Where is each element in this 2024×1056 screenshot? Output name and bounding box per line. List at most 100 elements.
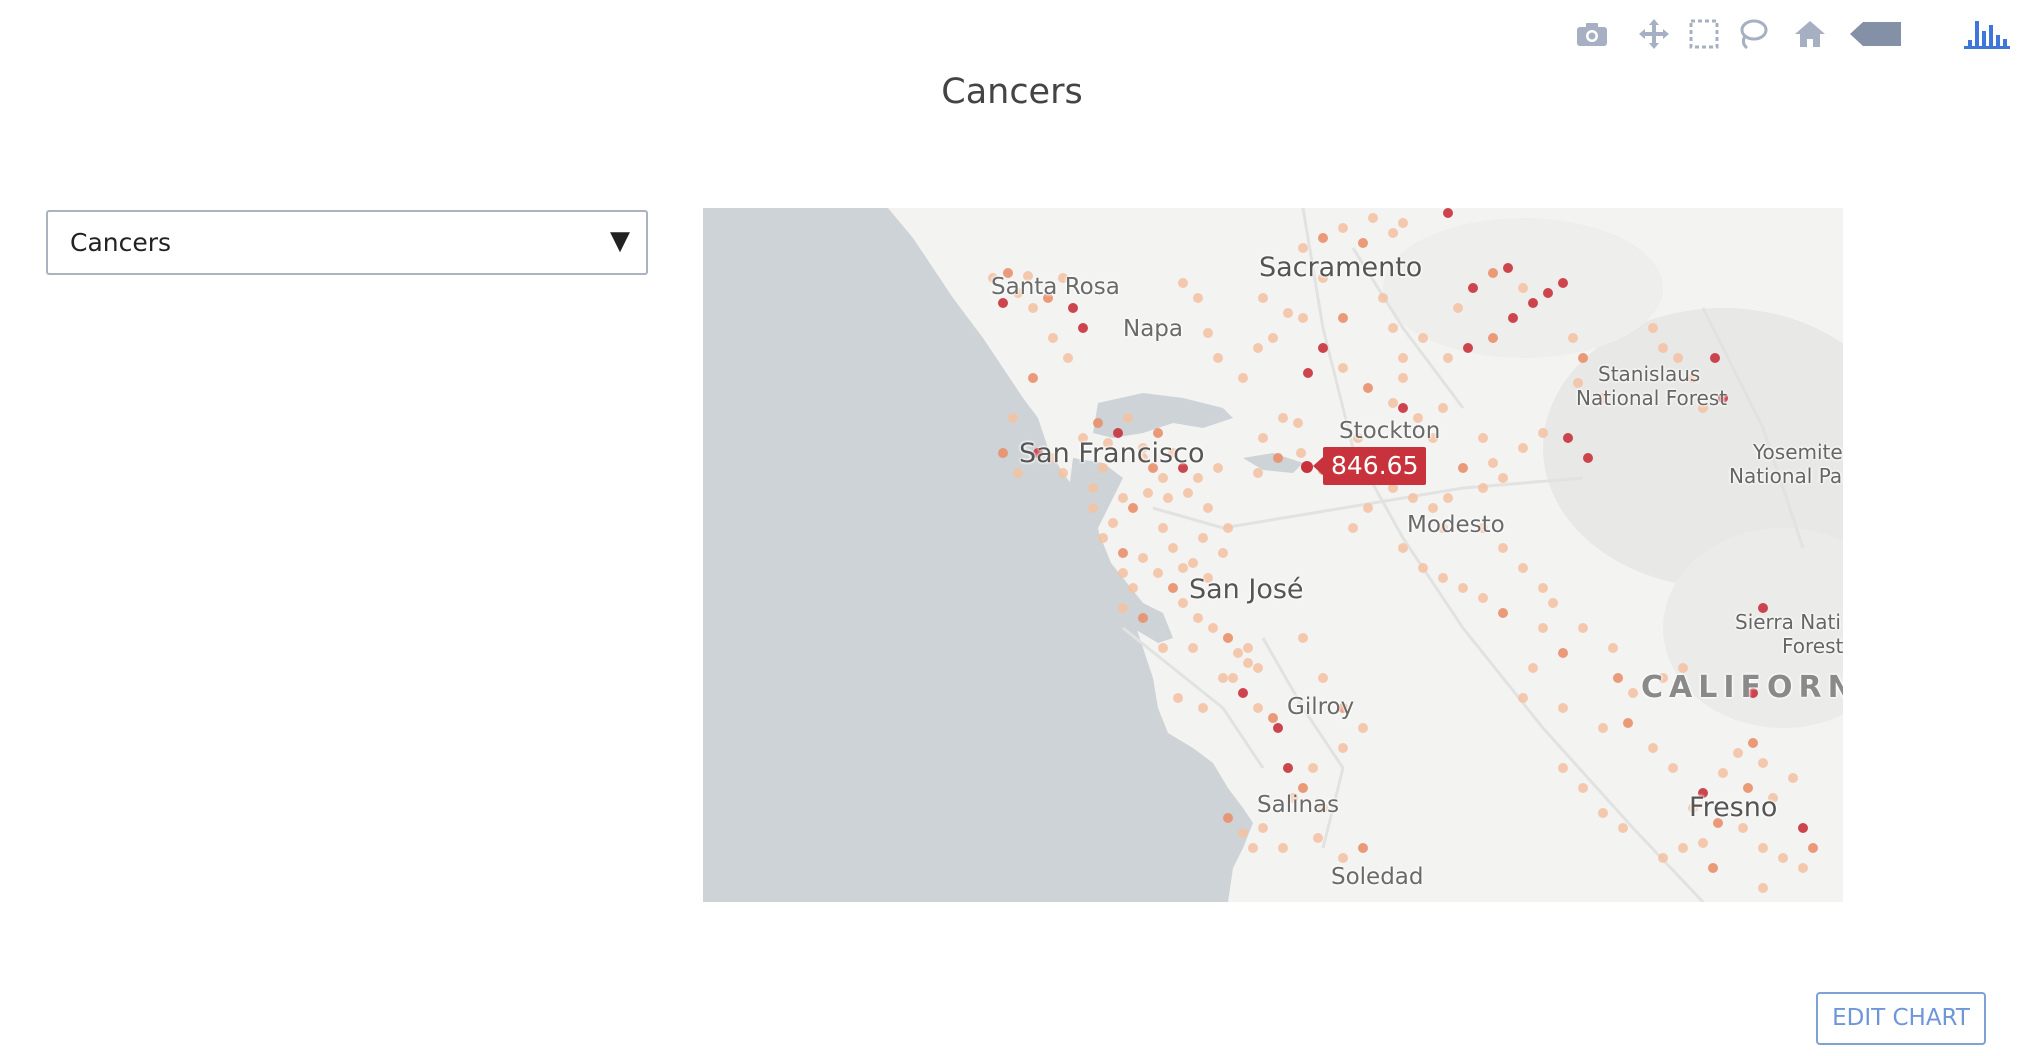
map-marker[interactable] [1558,278,1568,288]
map-marker[interactable] [1598,723,1608,733]
map-marker[interactable] [1138,613,1148,623]
map-marker[interactable] [1558,703,1568,713]
map-marker[interactable] [1228,673,1238,683]
map-marker[interactable] [1188,643,1198,653]
map-marker[interactable] [1733,748,1743,758]
map-marker[interactable] [1273,453,1283,463]
map-marker[interactable] [1358,723,1368,733]
map-marker[interactable] [1538,623,1548,633]
map-marker[interactable] [1213,463,1223,473]
map-marker[interactable] [1710,353,1720,363]
map-marker[interactable] [1223,633,1233,643]
map-marker[interactable] [1543,288,1553,298]
hovered-marker[interactable] [1301,461,1313,473]
home-icon[interactable] [1792,14,1828,54]
map-marker[interactable] [1598,808,1608,818]
map-marker[interactable] [1488,458,1498,468]
map-marker[interactable] [1408,493,1418,503]
map-marker[interactable] [1658,853,1668,863]
map-marker[interactable] [1223,813,1233,823]
map-marker[interactable] [1443,493,1453,503]
map-marker[interactable] [1348,523,1358,533]
map-marker[interactable] [1518,443,1528,453]
map-marker[interactable] [1758,758,1768,768]
map-marker[interactable] [1738,823,1748,833]
map-marker[interactable] [1208,623,1218,633]
map-marker[interactable] [1443,353,1453,363]
map-marker[interactable] [1078,323,1088,333]
map-marker[interactable] [1398,403,1408,413]
map-marker[interactable] [1758,883,1768,893]
map-marker[interactable] [1548,598,1558,608]
map-marker[interactable] [1178,598,1188,608]
map-marker[interactable] [1118,568,1128,578]
map-marker[interactable] [1398,373,1408,383]
map-marker[interactable] [1293,418,1303,428]
map-marker[interactable] [1258,433,1268,443]
map-marker[interactable] [1438,403,1448,413]
map-marker[interactable] [1153,428,1163,438]
map-marker[interactable] [1008,413,1018,423]
map-marker[interactable] [1178,563,1188,573]
map-marker[interactable] [1488,333,1498,343]
map-marker[interactable] [1398,353,1408,363]
map-marker[interactable] [1243,643,1253,653]
map-marker[interactable] [1758,843,1768,853]
map-marker[interactable] [1213,353,1223,363]
map-marker[interactable] [1708,863,1718,873]
map-marker[interactable] [1298,633,1308,643]
map-marker[interactable] [1296,448,1306,458]
map-marker[interactable] [1788,773,1798,783]
pan-icon[interactable] [1636,14,1672,54]
map-marker[interactable] [1253,663,1263,673]
map-marker[interactable] [1478,593,1488,603]
map-marker[interactable] [1048,333,1058,343]
map-marker[interactable] [1478,483,1488,493]
map-marker[interactable] [1273,723,1283,733]
map-marker[interactable] [1778,853,1788,863]
map-marker[interactable] [1498,543,1508,553]
map-marker[interactable] [1578,783,1588,793]
map-marker[interactable] [1158,473,1168,483]
map-marker[interactable] [1108,518,1118,528]
map-marker[interactable] [998,448,1008,458]
dataset-dropdown[interactable]: Cancers ▼ [46,210,648,275]
map-marker[interactable] [1488,268,1498,278]
map-marker[interactable] [1198,533,1208,543]
map-marker[interactable] [1418,333,1428,343]
lasso-icon[interactable] [1734,14,1770,54]
map-marker[interactable] [1088,503,1098,513]
map-marker[interactable] [1318,343,1328,353]
map-marker[interactable] [1173,693,1183,703]
map-marker[interactable] [1418,563,1428,573]
map-marker[interactable] [1648,743,1658,753]
map-marker[interactable] [1093,418,1103,428]
map-marker[interactable] [1283,763,1293,773]
map-marker[interactable] [1458,583,1468,593]
map-marker[interactable] [1498,473,1508,483]
map-marker[interactable] [1118,603,1128,613]
map-marker[interactable] [1578,623,1588,633]
map-marker[interactable] [1128,583,1138,593]
map-marker[interactable] [1258,823,1268,833]
map-marker[interactable] [1198,703,1208,713]
map-marker[interactable] [1808,843,1818,853]
map-marker[interactable] [1153,568,1163,578]
map-marker[interactable] [1388,323,1398,333]
map-marker[interactable] [1578,353,1588,363]
map-marker[interactable] [1398,543,1408,553]
map-marker[interactable] [1798,823,1808,833]
map-marker[interactable] [1253,343,1263,353]
map-marker[interactable] [1518,693,1528,703]
map-marker[interactable] [1193,613,1203,623]
map-marker[interactable] [1368,213,1378,223]
camera-icon[interactable] [1574,14,1610,54]
map-marker[interactable] [1388,398,1398,408]
map-marker[interactable] [1193,473,1203,483]
map-marker[interactable] [1218,673,1228,683]
map-marker[interactable] [1158,523,1168,533]
map-marker[interactable] [1618,823,1628,833]
map-marker[interactable] [1558,648,1568,658]
map-marker[interactable] [1253,703,1263,713]
map-marker[interactable] [1358,843,1368,853]
